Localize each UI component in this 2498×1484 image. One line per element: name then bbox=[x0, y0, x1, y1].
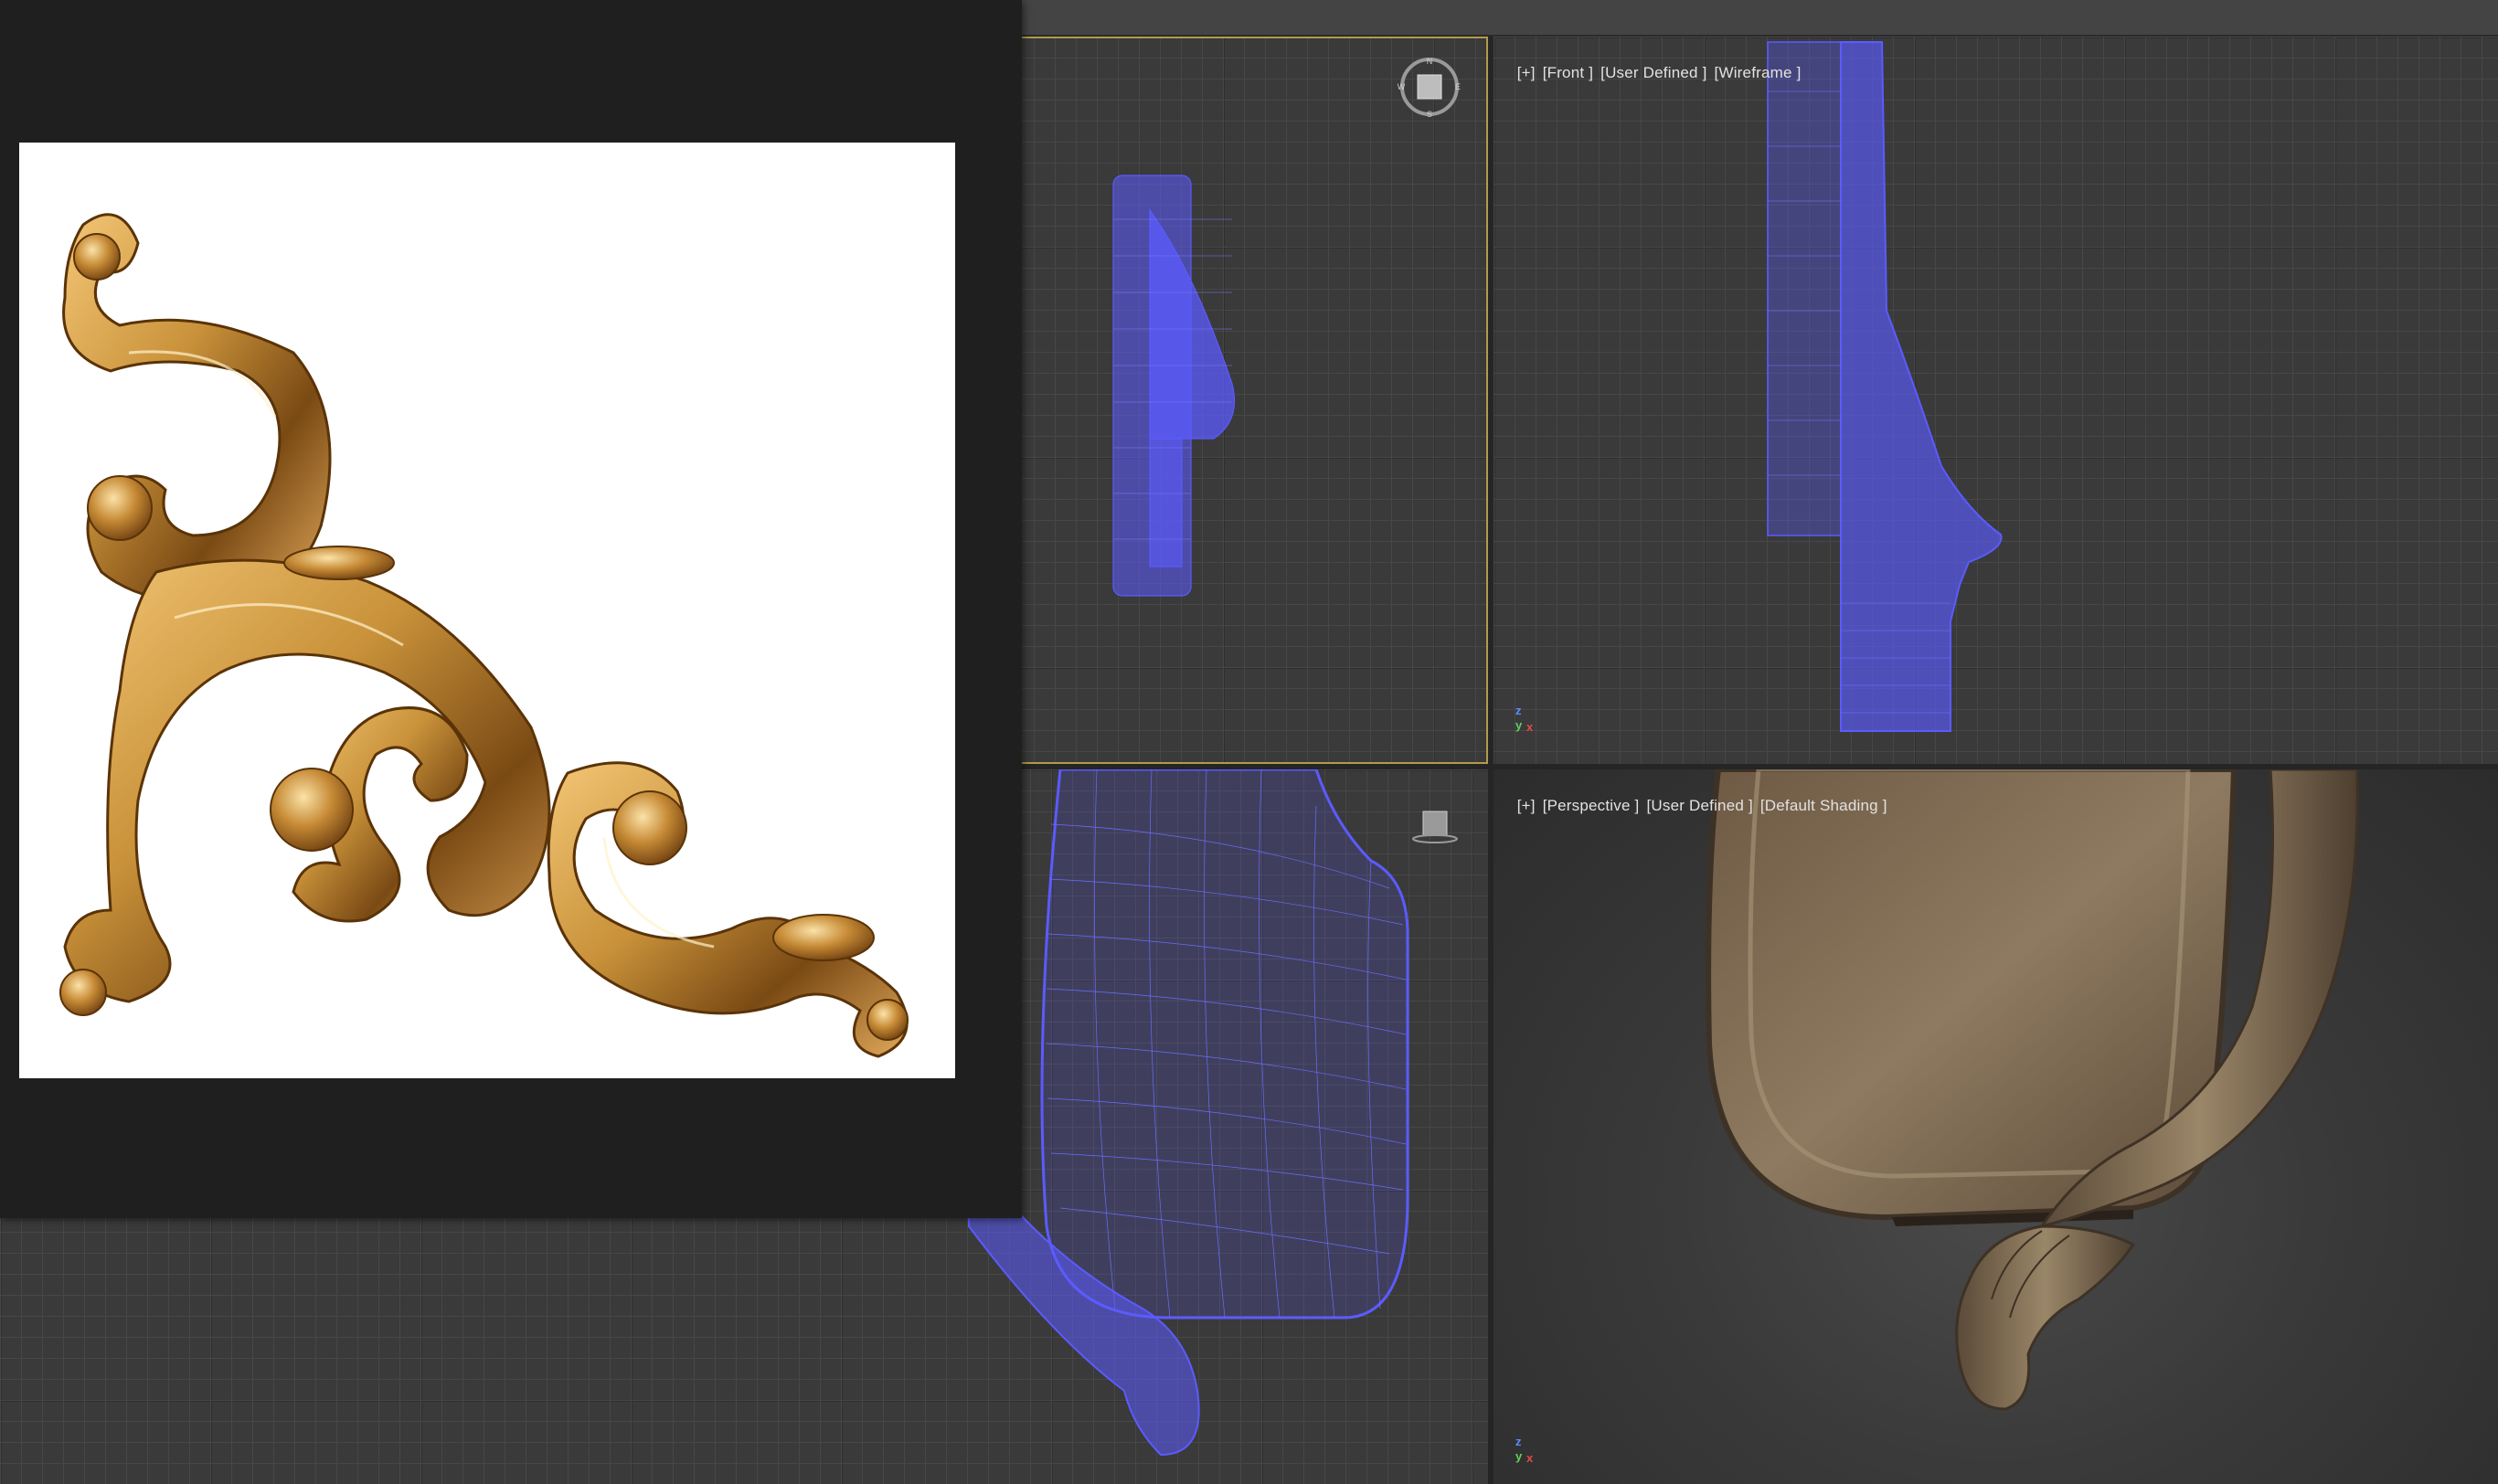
compass-north-label: N bbox=[1427, 57, 1433, 66]
front-wireframe-model bbox=[1767, 41, 2003, 732]
baroque-ornament-picture bbox=[59, 213, 909, 1058]
compass-east-label: E bbox=[1455, 82, 1461, 91]
front-viewport[interactable]: [+] [Front ] [User Defined ] [Wireframe ] z… bbox=[1493, 37, 2498, 764]
compass-west-label: W bbox=[1398, 82, 1406, 91]
wood-carving-render bbox=[1706, 769, 2359, 1411]
viewport-divider-vertical[interactable] bbox=[1488, 37, 1493, 1484]
viewport-shading-menu[interactable]: [Wireframe ] bbox=[1715, 64, 1802, 81]
compass-viewcube[interactable]: N S E W bbox=[1398, 55, 1462, 119]
viewport-plus-menu[interactable]: [+] bbox=[1517, 797, 1536, 814]
viewport-plus-menu[interactable]: [+] bbox=[1517, 64, 1536, 81]
gold-ornament-reference-image bbox=[19, 143, 955, 1078]
viewport-view-menu[interactable]: [Perspective ] bbox=[1543, 797, 1640, 814]
viewport-divider-horizontal[interactable] bbox=[1013, 764, 2498, 769]
viewport-view-menu[interactable]: [Front ] bbox=[1543, 64, 1593, 81]
perspective-viewport-label: [+] [Perspective ] [User Defined ] [Default… bbox=[1499, 779, 1895, 833]
compass-south-label: S bbox=[1427, 110, 1432, 119]
viewport-style-menu[interactable]: [User Defined ] bbox=[1600, 64, 1706, 81]
viewport-shading-menu[interactable]: [Default Shading ] bbox=[1760, 797, 1887, 814]
reference-image-window bbox=[0, 0, 1022, 1218]
viewport-style-menu[interactable]: [User Defined ] bbox=[1646, 797, 1752, 814]
left-viewcube[interactable] bbox=[1412, 806, 1458, 846]
top-viewport[interactable]: N S E W bbox=[1013, 37, 1488, 764]
perspective-viewport[interactable]: [+] [Perspective ] [User Defined ] [Default… bbox=[1493, 769, 2498, 1484]
front-viewport-label: [+] [Front ] [User Defined ] [Wireframe ] bbox=[1499, 46, 1809, 101]
top-wireframe-model bbox=[1112, 175, 1236, 597]
